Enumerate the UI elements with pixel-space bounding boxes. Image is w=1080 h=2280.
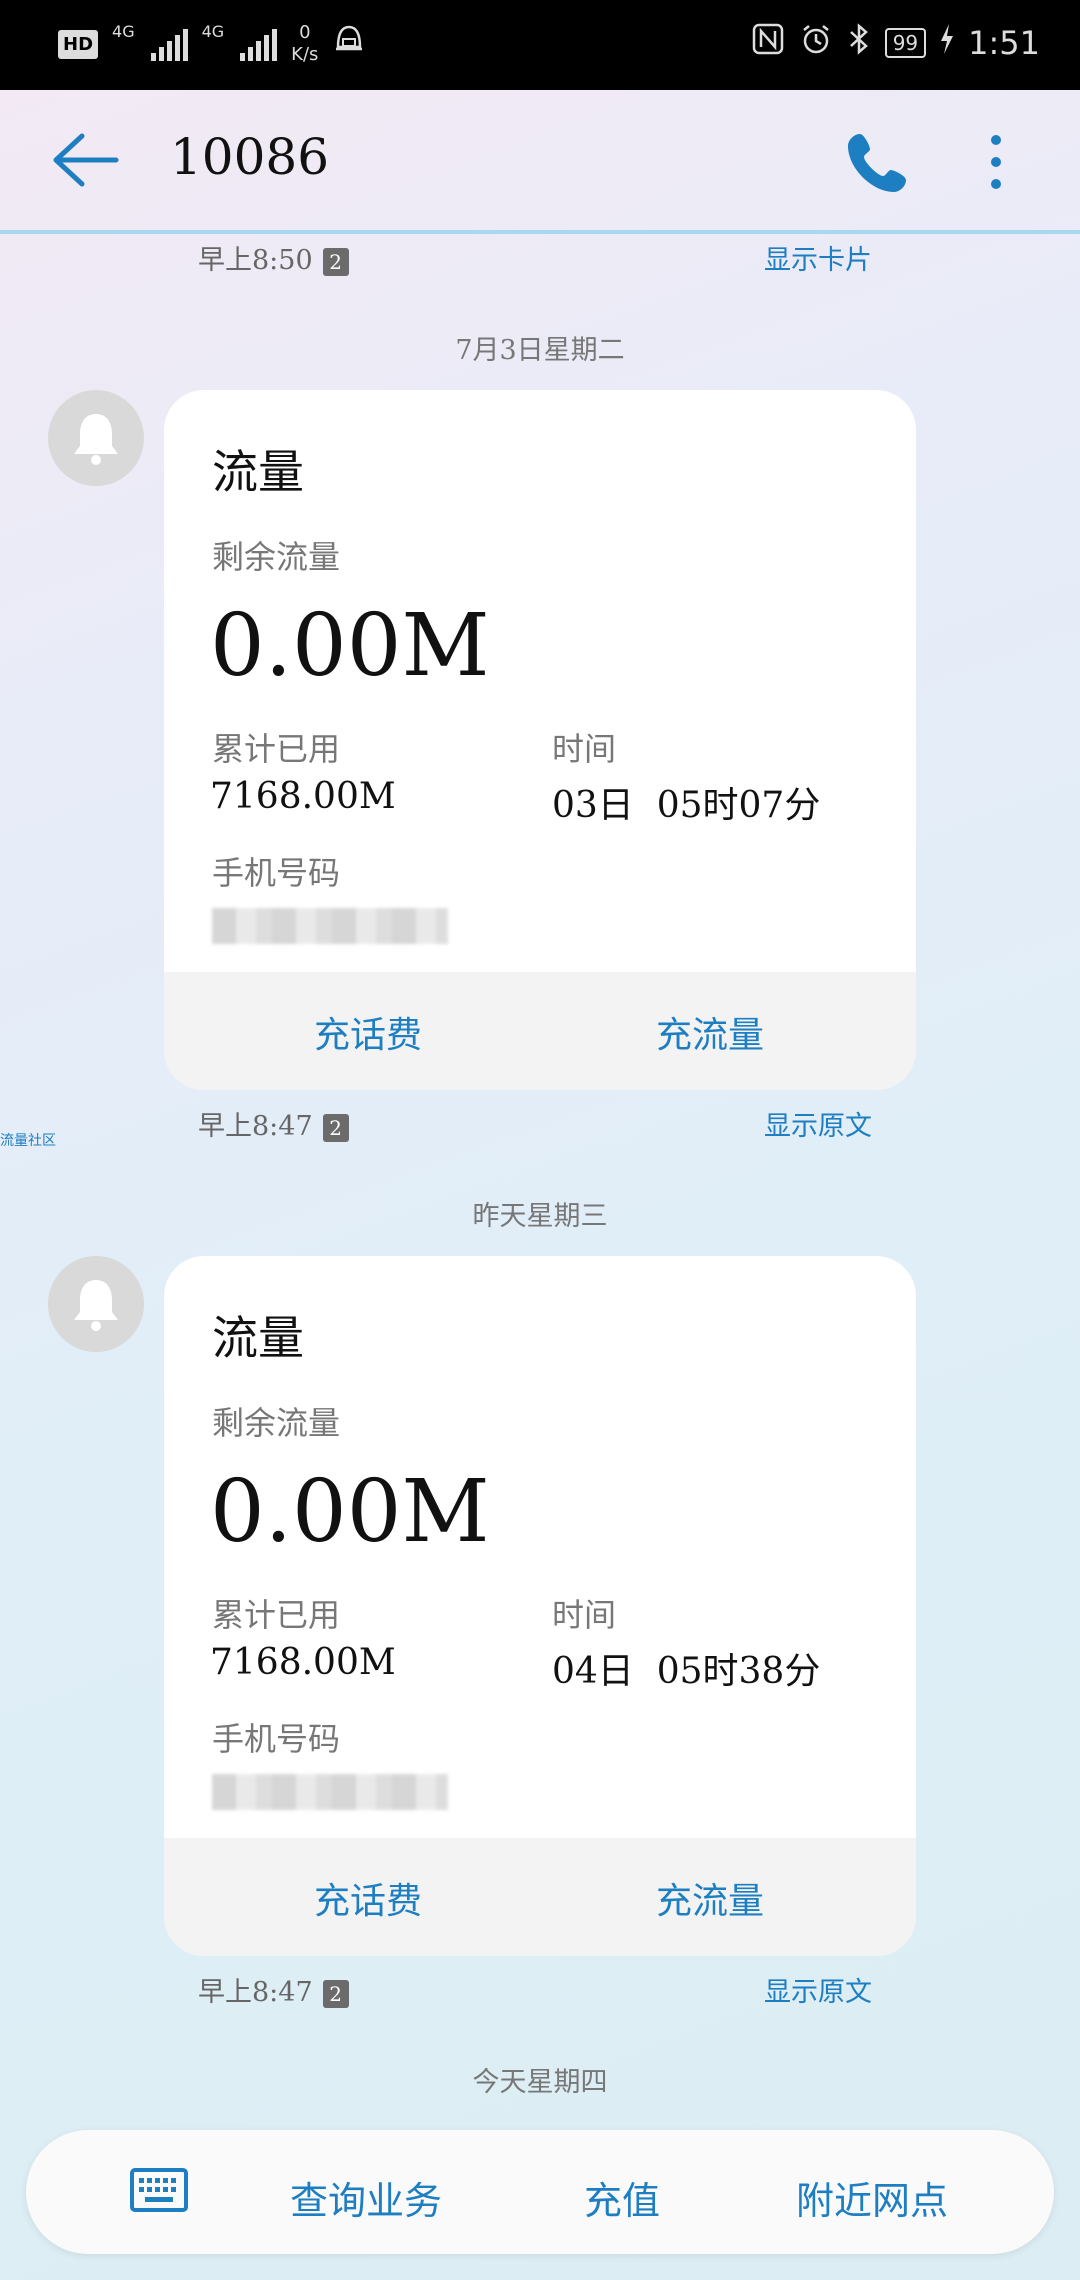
app-bar: 10086 <box>0 90 1080 234</box>
bell-icon <box>74 414 118 465</box>
sim-badge: 2 <box>322 1113 349 1142</box>
phone-number-label: 手机号码 <box>212 854 341 892</box>
sim-badge: 2 <box>322 1979 349 2008</box>
used-label: 累计已用 <box>212 730 341 768</box>
alarm-icon <box>799 22 833 64</box>
signal-icon-1 <box>150 27 188 61</box>
recharge-data-button[interactable]: 充流量 <box>656 1006 764 1058</box>
back-arrow-icon[interactable] <box>50 130 120 190</box>
redacted-phone-number <box>212 908 448 944</box>
status-bar: HD 4G 4G 0 K/s 99 1:51 <box>0 0 1080 90</box>
sender-avatar[interactable] <box>48 390 144 486</box>
remaining-label: 剩余流量 <box>212 1404 341 1442</box>
query-services-menu[interactable]: 查询业务 <box>290 2170 442 2225</box>
bell-icon <box>74 1280 118 1331</box>
data-usage-card[interactable]: 流量 剩余流量 0.00M 累计已用 7168.00M 时间 03日 05时07… <box>164 390 916 1090</box>
redacted-phone-number <box>212 1774 448 1810</box>
date-separator: 7月3日星期二 <box>455 335 625 366</box>
message-time: 早上8:50 2 <box>198 238 349 277</box>
notification-icon <box>332 23 366 65</box>
data-usage-card[interactable]: 流量 剩余流量 0.00M 累计已用 7168.00M 时间 04日 05时38… <box>164 1256 916 1956</box>
recharge-data-button[interactable]: 充流量 <box>656 1872 764 1924</box>
nearby-outlets-menu[interactable]: 附近网点 <box>796 2170 948 2225</box>
battery-icon: 99 <box>884 28 927 58</box>
card-title: 流量 <box>212 1311 304 1365</box>
network-type-2: 4G <box>201 22 225 41</box>
bottom-menu-bar: 查询业务 充值 附近网点 <box>26 2130 1054 2254</box>
keyboard-icon[interactable] <box>130 2168 188 2212</box>
remaining-label: 剩余流量 <box>212 538 341 576</box>
recharge-menu[interactable]: 充值 <box>584 2170 660 2225</box>
time-label: 时间 <box>552 730 617 768</box>
used-value: 7168.00M <box>210 1642 396 1683</box>
network-speed: 0 K/s <box>291 22 319 65</box>
show-original-link[interactable]: 显示原文 <box>764 1970 872 2009</box>
recharge-balance-button[interactable]: 充话费 <box>314 1006 422 1058</box>
signal-icon-2 <box>240 27 278 61</box>
charging-icon <box>940 24 954 62</box>
date-separator: 昨天星期三 <box>472 1201 608 1232</box>
show-card-link[interactable]: 显示卡片 <box>764 238 872 277</box>
bluetooth-icon <box>847 22 871 64</box>
message-time: 早上8:47 2 <box>198 1104 349 1143</box>
remaining-value: 0.00M <box>210 596 490 696</box>
used-value: 7168.00M <box>210 776 396 817</box>
card-actions: 充话费 充流量 <box>164 1838 916 1956</box>
card-title: 流量 <box>212 445 304 499</box>
time-value: 03日 05时07分 <box>552 785 821 826</box>
message-time: 早上8:47 2 <box>198 1970 349 2009</box>
side-tag[interactable]: 流量社区 <box>0 1130 56 1150</box>
clock-time: 1:51 <box>968 24 1040 62</box>
phone-call-icon[interactable] <box>846 130 910 194</box>
card-actions: 充话费 充流量 <box>164 972 916 1090</box>
time-value: 04日 05时38分 <box>552 1651 821 1692</box>
used-label: 累计已用 <box>212 1596 341 1634</box>
hd-icon: HD <box>58 29 99 59</box>
date-separator: 今天星期四 <box>472 2067 608 2098</box>
conversation-title: 10086 <box>170 128 330 186</box>
phone-number-label: 手机号码 <box>212 1720 341 1758</box>
nfc-icon <box>751 22 785 64</box>
more-options-icon[interactable] <box>985 132 1007 192</box>
recharge-balance-button[interactable]: 充话费 <box>314 1872 422 1924</box>
time-label: 时间 <box>552 1596 617 1634</box>
network-type-1: 4G <box>112 22 135 41</box>
remaining-value: 0.00M <box>210 1462 490 1562</box>
sim-badge: 2 <box>322 247 349 276</box>
show-original-link[interactable]: 显示原文 <box>764 1104 872 1143</box>
sender-avatar[interactable] <box>48 1256 144 1352</box>
